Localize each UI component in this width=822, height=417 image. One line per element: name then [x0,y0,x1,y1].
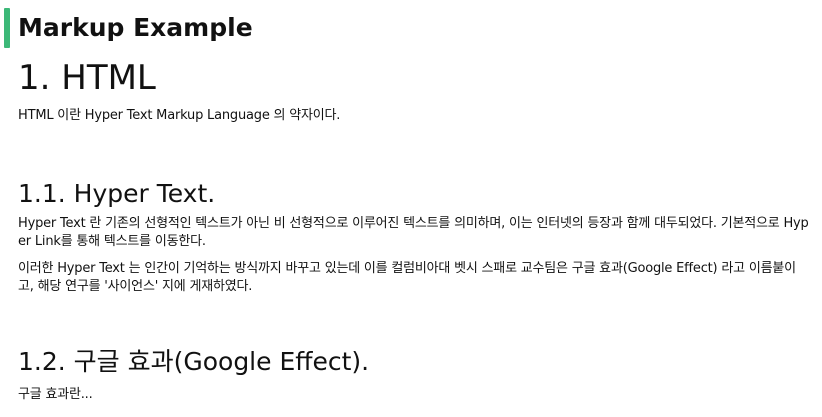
paragraph-hyper-text-1: Hyper Text 란 기존의 선형적인 텍스트가 아닌 비 선형적으로 이루… [18,216,809,249]
section-text-html: HTML 이란 Hyper Text Markup Language 의 약자이… [18,108,341,123]
paragraph-hyper-text-2: 이러한 Hyper Text 는 인간이 기억하는 방식까지 바꾸고 있는데 이… [18,261,796,294]
section-heading-hyper-text: 1.1. Hyper Text. [18,179,216,208]
page-header: Markup Example [4,8,814,48]
page-title: Markup Example [18,13,253,42]
section-heading-google-effect: 1.2. 구글 효과(Google Effect). [18,347,370,376]
section-heading-html: 1. HTML [18,58,156,98]
section-text-google-effect: 구글 효과란... [18,387,93,402]
title-accent-bar [4,8,10,48]
